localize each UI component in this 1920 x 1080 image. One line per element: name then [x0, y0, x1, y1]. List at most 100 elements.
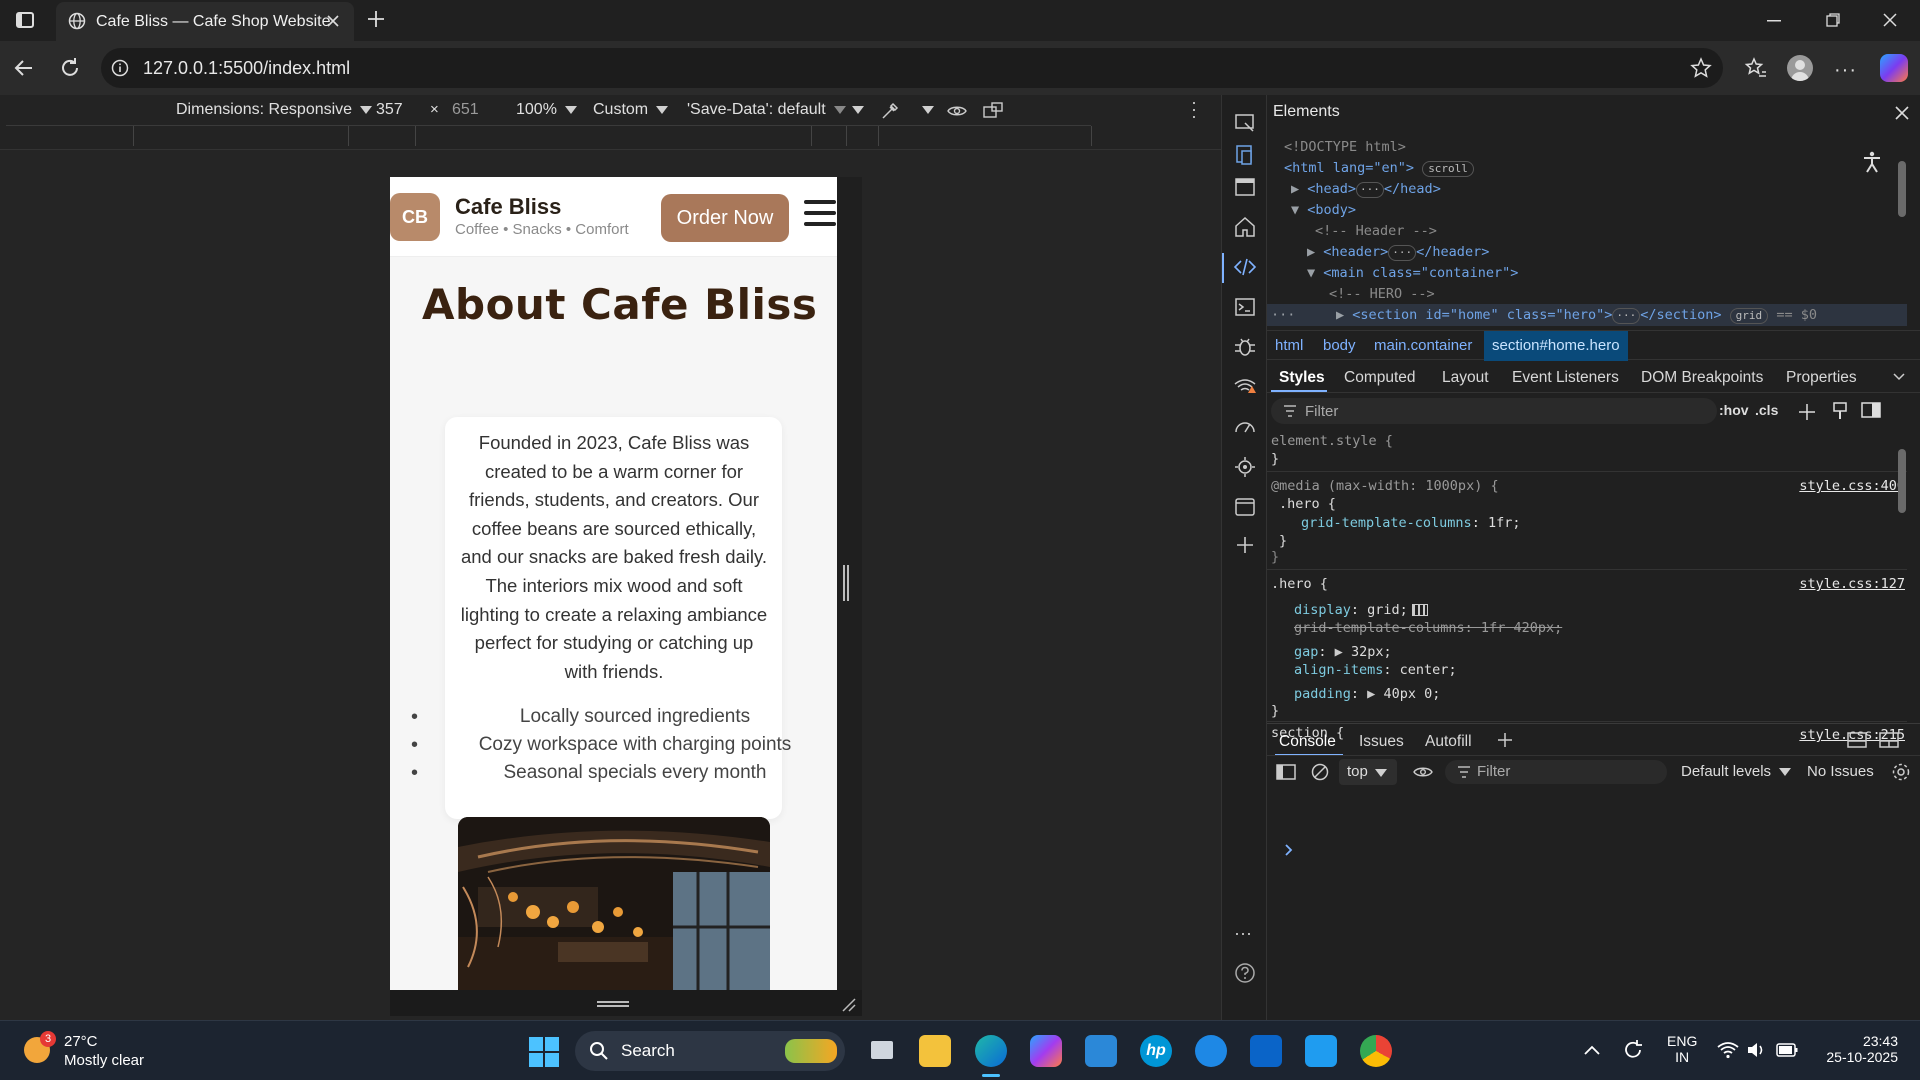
tab-event-listeners[interactable]: Event Listeners	[1512, 369, 1619, 387]
tab-dom-breakpoints[interactable]: DOM Breakpoints	[1641, 369, 1763, 387]
console-icon[interactable]	[1233, 295, 1257, 319]
help-icon[interactable]	[1233, 961, 1257, 985]
favorites-icon[interactable]	[1744, 56, 1768, 80]
sync-icon[interactable]	[1622, 1039, 1644, 1061]
caret-down-icon[interactable]	[922, 101, 934, 119]
more-tools-icon[interactable]: ···	[1234, 923, 1252, 944]
eyedropper-icon[interactable]	[880, 101, 900, 121]
clear-console-icon[interactable]	[1311, 763, 1329, 781]
dom-comment-header[interactable]: <!-- Header -->	[1315, 223, 1437, 239]
media-query[interactable]: @media (max-width: 1000px) {	[1271, 478, 1499, 494]
dom-main[interactable]: ▼ <main class="container">	[1307, 265, 1518, 281]
add-drawer-tab-icon[interactable]	[1497, 732, 1513, 748]
element-style-rule[interactable]: element.style {	[1271, 433, 1393, 449]
task-view-icon[interactable]	[865, 1035, 897, 1067]
resize-corner-icon[interactable]	[842, 998, 856, 1012]
profile-avatar[interactable]	[1787, 55, 1813, 81]
chrome-icon[interactable]	[1360, 1035, 1392, 1067]
start-windows-icon[interactable]	[529, 1037, 559, 1067]
accessibility-icon[interactable]	[1862, 151, 1882, 173]
rotate-icon[interactable]	[982, 101, 1004, 121]
sidebar-toggle-icon[interactable]	[16, 12, 34, 28]
reload-icon[interactable]	[59, 57, 81, 79]
hp-icon[interactable]: hp	[1140, 1035, 1172, 1067]
logo-badge[interactable]: CB	[390, 193, 440, 241]
dom-body[interactable]: ▼ <body>	[1291, 202, 1356, 218]
memory-chip-icon[interactable]	[1233, 455, 1257, 479]
add-tool-icon[interactable]	[1233, 533, 1257, 557]
width-input[interactable]: 357	[376, 101, 403, 119]
chevron-down-icon[interactable]	[1893, 373, 1905, 381]
context-selector[interactable]: top	[1339, 759, 1397, 785]
wifi-icon[interactable]	[1717, 1041, 1739, 1059]
tab-issues[interactable]: Issues	[1359, 733, 1404, 751]
tab-properties[interactable]: Properties	[1786, 369, 1857, 387]
tab-layout[interactable]: Layout	[1442, 369, 1489, 387]
grid-editor-icon[interactable]	[1411, 604, 1428, 616]
grid-badge[interactable]: grid	[1729, 308, 1769, 324]
more-caret-icon[interactable]	[852, 101, 864, 119]
inspect-icon[interactable]	[1233, 111, 1257, 135]
paint-icon[interactable]	[1832, 401, 1848, 421]
throttle-dropdown[interactable]: Custom	[593, 101, 669, 119]
tab-styles[interactable]: Styles	[1279, 369, 1325, 387]
close-window-icon[interactable]	[1883, 13, 1897, 27]
dom-header[interactable]: ▶ <header> ··· </header>	[1307, 244, 1489, 261]
address-bar[interactable]: 127.0.0.1:5500/index.html	[101, 48, 1723, 88]
home-icon[interactable]	[1233, 215, 1257, 239]
chevron-up-icon[interactable]	[1584, 1045, 1600, 1055]
scroll-badge[interactable]: scroll	[1422, 161, 1474, 177]
copilot-app-icon[interactable]	[1030, 1035, 1062, 1067]
new-tab-icon[interactable]	[367, 10, 385, 28]
favorite-star-icon[interactable]	[1690, 57, 1712, 79]
copilot-icon[interactable]	[1880, 54, 1908, 82]
hamburger-menu-icon[interactable]	[804, 200, 836, 226]
more-menu-icon[interactable]: ···	[1834, 59, 1857, 82]
window-icon[interactable]	[1233, 175, 1257, 199]
new-rule-icon[interactable]	[1798, 403, 1816, 421]
cls-toggle[interactable]: .cls	[1755, 402, 1778, 418]
overridden-declaration[interactable]: grid-template-columns: 1fr 420px;	[1294, 620, 1562, 636]
log-levels-dropdown[interactable]: Default levels	[1681, 763, 1792, 780]
help-app-icon[interactable]	[1195, 1035, 1227, 1067]
zoom-dropdown[interactable]: 100%	[516, 101, 577, 119]
taskbar-search[interactable]: Search	[575, 1031, 845, 1071]
language-indicator[interactable]: ENG IN	[1667, 1033, 1697, 1065]
close-devtools-icon[interactable]	[1894, 105, 1910, 121]
file-explorer-icon[interactable]	[919, 1035, 951, 1067]
css-declaration[interactable]: align-items: center;	[1294, 662, 1457, 678]
console-prompt-chevron-icon[interactable]	[1284, 843, 1294, 857]
live-expression-eye-icon[interactable]	[1413, 765, 1433, 779]
tab-computed[interactable]: Computed	[1344, 369, 1416, 387]
restore-icon[interactable]	[1826, 13, 1840, 27]
dom-doctype[interactable]: <!DOCTYPE html>	[1284, 139, 1406, 155]
hov-toggle[interactable]: :hov	[1719, 402, 1749, 418]
tab-autofill[interactable]: Autofill	[1425, 733, 1472, 751]
eye-icon[interactable]	[947, 103, 967, 119]
height-input[interactable]: 651	[452, 101, 479, 119]
info-icon[interactable]	[111, 59, 129, 77]
tab-console[interactable]: Console	[1279, 733, 1336, 751]
close-tab-icon[interactable]	[327, 15, 339, 27]
toggle-sidebar-icon[interactable]	[1861, 402, 1881, 418]
resize-handle-bottom[interactable]	[597, 1001, 629, 1007]
hero-selector-media[interactable]: .hero {	[1279, 496, 1336, 512]
clock[interactable]: 23:43 25-10-2025	[1818, 1033, 1898, 1065]
hero-selector[interactable]: .hero {	[1271, 576, 1328, 592]
css-declaration[interactable]: gap: ▶ 32px;	[1294, 644, 1392, 660]
breadcrumb-html[interactable]: html	[1275, 337, 1303, 354]
dimensions-dropdown[interactable]: Dimensions: Responsive	[176, 101, 373, 119]
device-emulation-icon[interactable]	[1233, 143, 1257, 167]
application-icon[interactable]	[1233, 495, 1257, 519]
browser-tab[interactable]: Cafe Bliss — Cafe Shop Website	[56, 2, 354, 41]
minimize-icon[interactable]	[1767, 20, 1781, 22]
weather-widget[interactable]: 3 27°C Mostly clear	[24, 1031, 184, 1071]
elements-code-icon[interactable]	[1233, 255, 1257, 279]
dom-section-selected[interactable]: ··· ▶ <section id="home" class="hero"> ··…	[1271, 307, 1817, 324]
breadcrumb-section[interactable]: section#home.hero	[1484, 331, 1628, 361]
console-filter-input[interactable]: Filter	[1445, 760, 1667, 784]
source-link-127[interactable]: style.css:127	[1799, 576, 1905, 592]
css-declaration[interactable]: padding: ▶ 40px 0;	[1294, 686, 1440, 702]
vscode-icon[interactable]	[1305, 1035, 1337, 1067]
edge-browser-icon[interactable]	[975, 1035, 1007, 1067]
